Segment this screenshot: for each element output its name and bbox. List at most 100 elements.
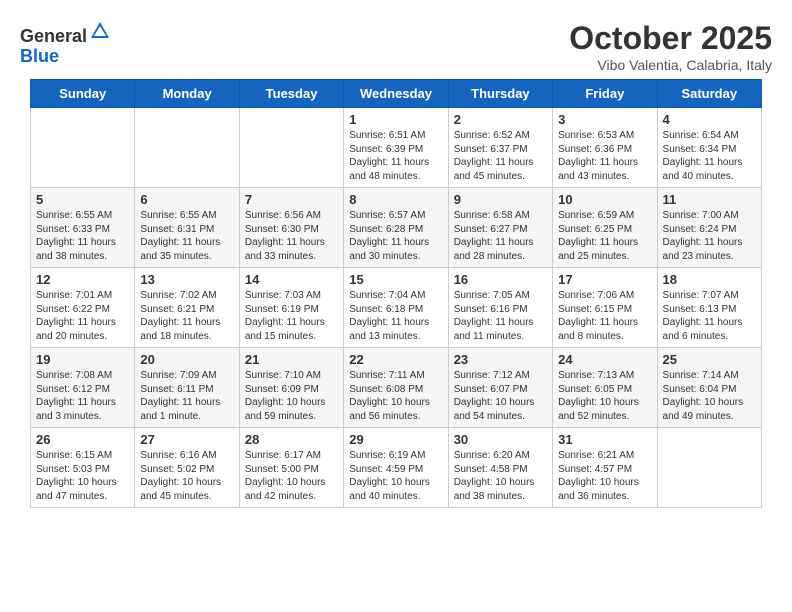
day-info: Sunrise: 7:08 AM Sunset: 6:12 PM Dayligh… [36,369,129,423]
day-info: Sunrise: 6:57 AM Sunset: 6:28 PM Dayligh… [349,209,442,263]
day-info: Sunrise: 7:11 AM Sunset: 6:08 PM Dayligh… [349,369,442,423]
calendar-cell [657,428,761,508]
calendar-cell: 19 Sunrise: 7:08 AM Sunset: 6:12 PM Dayli… [31,348,135,428]
day-number: 15 [349,272,442,287]
day-info: Sunrise: 6:21 AM Sunset: 4:57 PM Dayligh… [558,449,651,503]
day-number: 11 [663,192,756,207]
weekday-header-monday: Monday [135,80,239,108]
logo: General Blue [20,20,111,67]
day-info: Sunrise: 7:10 AM Sunset: 6:09 PM Dayligh… [245,369,338,423]
day-number: 4 [663,112,756,127]
calendar-cell: 7 Sunrise: 6:56 AM Sunset: 6:30 PM Daylig… [239,188,343,268]
weekday-header-wednesday: Wednesday [344,80,448,108]
month-title: October 2025 [569,20,772,57]
day-number: 20 [140,352,233,367]
weekday-header-saturday: Saturday [657,80,761,108]
day-info: Sunrise: 7:00 AM Sunset: 6:24 PM Dayligh… [663,209,756,263]
day-number: 19 [36,352,129,367]
weekday-header-thursday: Thursday [448,80,552,108]
day-number: 12 [36,272,129,287]
calendar-cell: 4 Sunrise: 6:54 AM Sunset: 6:34 PM Daylig… [657,108,761,188]
day-number: 26 [36,432,129,447]
day-number: 25 [663,352,756,367]
calendar-cell: 1 Sunrise: 6:51 AM Sunset: 6:39 PM Daylig… [344,108,448,188]
day-info: Sunrise: 6:16 AM Sunset: 5:02 PM Dayligh… [140,449,233,503]
calendar-cell [239,108,343,188]
day-info: Sunrise: 6:15 AM Sunset: 5:03 PM Dayligh… [36,449,129,503]
day-number: 9 [454,192,547,207]
calendar-cell [135,108,239,188]
weekday-header-sunday: Sunday [31,80,135,108]
calendar-cell: 21 Sunrise: 7:10 AM Sunset: 6:09 PM Dayli… [239,348,343,428]
day-number: 6 [140,192,233,207]
day-number: 23 [454,352,547,367]
calendar-cell: 3 Sunrise: 6:53 AM Sunset: 6:36 PM Daylig… [553,108,657,188]
title-block: October 2025 Vibo Valentia, Calabria, It… [569,20,772,73]
day-number: 24 [558,352,651,367]
day-info: Sunrise: 7:04 AM Sunset: 6:18 PM Dayligh… [349,289,442,343]
weekday-header-friday: Friday [553,80,657,108]
day-number: 28 [245,432,338,447]
day-info: Sunrise: 6:17 AM Sunset: 5:00 PM Dayligh… [245,449,338,503]
day-info: Sunrise: 6:54 AM Sunset: 6:34 PM Dayligh… [663,129,756,183]
day-info: Sunrise: 6:56 AM Sunset: 6:30 PM Dayligh… [245,209,338,263]
calendar-cell [31,108,135,188]
week-row-1: 1 Sunrise: 6:51 AM Sunset: 6:39 PM Daylig… [31,108,762,188]
weekday-header-row: SundayMondayTuesdayWednesdayThursdayFrid… [31,80,762,108]
calendar-cell: 12 Sunrise: 7:01 AM Sunset: 6:22 PM Dayli… [31,268,135,348]
day-info: Sunrise: 6:55 AM Sunset: 6:31 PM Dayligh… [140,209,233,263]
logo-blue: Blue [20,46,59,66]
calendar-cell: 5 Sunrise: 6:55 AM Sunset: 6:33 PM Daylig… [31,188,135,268]
day-number: 1 [349,112,442,127]
calendar-cell: 31Sunrise: 6:21 AM Sunset: 4:57 PM Dayli… [553,428,657,508]
calendar-cell: 13 Sunrise: 7:02 AM Sunset: 6:21 PM Dayli… [135,268,239,348]
day-number: 3 [558,112,651,127]
calendar-cell: 17 Sunrise: 7:06 AM Sunset: 6:15 PM Dayli… [553,268,657,348]
day-number: 18 [663,272,756,287]
calendar-cell: 6 Sunrise: 6:55 AM Sunset: 6:31 PM Daylig… [135,188,239,268]
day-info: Sunrise: 6:59 AM Sunset: 6:25 PM Dayligh… [558,209,651,263]
day-number: 7 [245,192,338,207]
day-number: 2 [454,112,547,127]
day-number: 22 [349,352,442,367]
page-header: General Blue October 2025 Vibo Valentia,… [10,10,782,79]
calendar-cell: 14Sunrise: 7:03 AM Sunset: 6:19 PM Dayli… [239,268,343,348]
calendar-cell: 16 Sunrise: 7:05 AM Sunset: 6:16 PM Dayli… [448,268,552,348]
calendar-cell: 29 Sunrise: 6:19 AM Sunset: 4:59 PM Dayli… [344,428,448,508]
day-info: Sunrise: 6:19 AM Sunset: 4:59 PM Dayligh… [349,449,442,503]
day-number: 16 [454,272,547,287]
day-info: Sunrise: 7:07 AM Sunset: 6:13 PM Dayligh… [663,289,756,343]
day-number: 5 [36,192,129,207]
day-info: Sunrise: 6:55 AM Sunset: 6:33 PM Dayligh… [36,209,129,263]
calendar-cell: 9Sunrise: 6:58 AM Sunset: 6:27 PM Daylig… [448,188,552,268]
day-info: Sunrise: 7:05 AM Sunset: 6:16 PM Dayligh… [454,289,547,343]
day-number: 29 [349,432,442,447]
week-row-2: 5 Sunrise: 6:55 AM Sunset: 6:33 PM Daylig… [31,188,762,268]
day-number: 21 [245,352,338,367]
calendar-cell: 26 Sunrise: 6:15 AM Sunset: 5:03 PM Dayli… [31,428,135,508]
day-info: Sunrise: 7:14 AM Sunset: 6:04 PM Dayligh… [663,369,756,423]
calendar-cell: 15 Sunrise: 7:04 AM Sunset: 6:18 PM Dayli… [344,268,448,348]
day-info: Sunrise: 7:03 AM Sunset: 6:19 PM Dayligh… [245,289,338,343]
day-info: Sunrise: 6:52 AM Sunset: 6:37 PM Dayligh… [454,129,547,183]
day-number: 27 [140,432,233,447]
day-info: Sunrise: 6:51 AM Sunset: 6:39 PM Dayligh… [349,129,442,183]
day-info: Sunrise: 6:53 AM Sunset: 6:36 PM Dayligh… [558,129,651,183]
calendar-cell: 8Sunrise: 6:57 AM Sunset: 6:28 PM Daylig… [344,188,448,268]
day-info: Sunrise: 7:06 AM Sunset: 6:15 PM Dayligh… [558,289,651,343]
week-row-4: 19 Sunrise: 7:08 AM Sunset: 6:12 PM Dayli… [31,348,762,428]
day-number: 30 [454,432,547,447]
day-info: Sunrise: 7:13 AM Sunset: 6:05 PM Dayligh… [558,369,651,423]
calendar-cell: 24 Sunrise: 7:13 AM Sunset: 6:05 PM Dayli… [553,348,657,428]
day-info: Sunrise: 7:12 AM Sunset: 6:07 PM Dayligh… [454,369,547,423]
weekday-header-tuesday: Tuesday [239,80,343,108]
calendar-cell: 20Sunrise: 7:09 AM Sunset: 6:11 PM Dayli… [135,348,239,428]
calendar-cell: 30Sunrise: 6:20 AM Sunset: 4:58 PM Dayli… [448,428,552,508]
calendar-cell: 11 Sunrise: 7:00 AM Sunset: 6:24 PM Dayli… [657,188,761,268]
day-number: 13 [140,272,233,287]
day-info: Sunrise: 7:02 AM Sunset: 6:21 PM Dayligh… [140,289,233,343]
day-info: Sunrise: 7:01 AM Sunset: 6:22 PM Dayligh… [36,289,129,343]
day-number: 17 [558,272,651,287]
calendar-wrapper: SundayMondayTuesdayWednesdayThursdayFrid… [10,79,782,508]
day-number: 10 [558,192,651,207]
